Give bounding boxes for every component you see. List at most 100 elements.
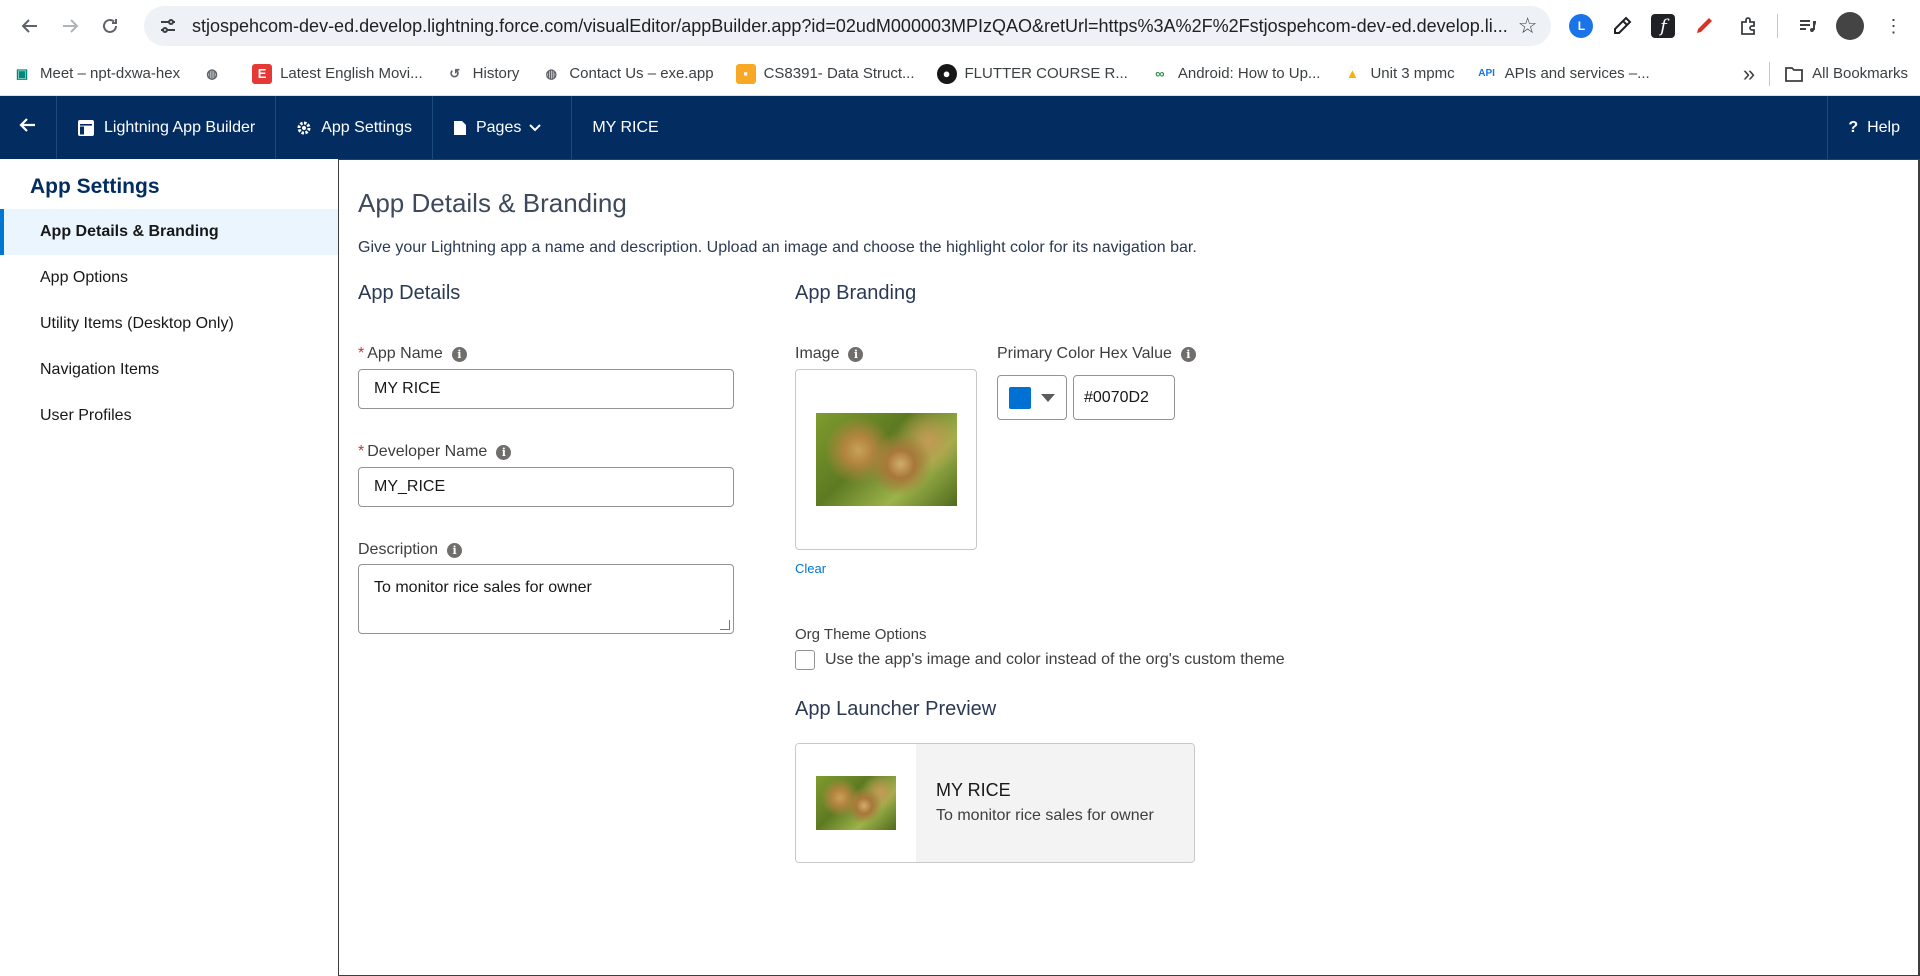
gear-icon	[296, 120, 312, 136]
app-title: MY RICE	[592, 118, 659, 136]
bookmark-apis[interactable]: API APIs and services –...	[1477, 64, 1650, 84]
lightning-app-builder-link[interactable]: Lightning App Builder	[57, 96, 277, 159]
eyedropper-icon[interactable]	[1607, 11, 1637, 41]
sidebar-item-navigation-items[interactable]: Navigation Items	[0, 347, 338, 393]
developer-name-label: * Developer Name i	[358, 443, 734, 461]
question-icon: ?	[1848, 118, 1859, 136]
app-details-title: App Details	[358, 282, 461, 304]
bookmark-history[interactable]: ↺ History	[445, 64, 520, 84]
site-settings-icon[interactable]	[158, 15, 180, 37]
description-label-text: Description	[358, 541, 439, 558]
app-branding-section: App Branding Image i Clear Primary Color…	[795, 282, 1395, 863]
toolbar-divider	[1777, 14, 1779, 38]
bookmarks-divider	[1769, 61, 1771, 86]
bookmark-label: APIs and services –...	[1504, 65, 1650, 82]
developer-name-input[interactable]: MY_RICE	[358, 467, 734, 507]
page-title: App Details & Branding	[358, 188, 627, 218]
all-bookmarks-label: All Bookmarks	[1812, 65, 1908, 82]
sidebar-item-app-options[interactable]: App Options	[0, 255, 338, 301]
app-settings-tab[interactable]: App Settings	[276, 96, 433, 159]
bookmark-movies[interactable]: E Latest English Movi...	[252, 63, 423, 84]
info-icon[interactable]: i	[447, 542, 463, 558]
extension-l-icon[interactable]: L	[1569, 14, 1594, 38]
bookmark-label: CS8391- Data Struct...	[763, 65, 915, 82]
bookmark-unit3[interactable]: ▲ Unit 3 mpmc	[1342, 64, 1455, 84]
bookmark-label: Unit 3 mpmc	[1370, 65, 1455, 82]
app-name-label-text: App Name	[367, 345, 443, 362]
bookmark-globe[interactable]: ◍	[202, 64, 230, 84]
org-theme-checkbox[interactable]	[795, 650, 815, 670]
info-icon[interactable]: i	[496, 444, 512, 460]
bookmark-contact[interactable]: ◍ Contact Us – exe.app	[541, 64, 714, 84]
url-text[interactable]: stjospehcom-dev-ed.develop.lightning.for…	[192, 16, 1508, 37]
formula-extension-icon[interactable]: f	[1651, 14, 1676, 38]
back-button[interactable]	[0, 96, 57, 159]
bookmark-label: History	[472, 65, 520, 82]
rice-image	[816, 776, 896, 830]
app-details-section: App Details * App Name i MY RICE * Devel…	[358, 282, 734, 634]
profile-avatar[interactable]	[1836, 12, 1865, 40]
caret-down-icon	[1041, 393, 1055, 402]
forward-arrow-icon[interactable]	[50, 6, 90, 46]
app-name-label: * App Name i	[358, 345, 734, 363]
clear-image-link[interactable]: Clear	[795, 561, 977, 576]
pen-extension-icon[interactable]	[1689, 11, 1719, 41]
help-label: Help	[1867, 118, 1900, 136]
extensions-row: L f ⋮	[1569, 11, 1908, 41]
puzzle-extension-icon[interactable]	[1733, 11, 1763, 41]
classroom-icon: ▪	[735, 63, 756, 84]
resize-handle-icon[interactable]	[720, 620, 730, 630]
org-theme-checkbox-label[interactable]: Use the app's image and color instead of…	[825, 651, 1285, 669]
sidebar-item-user-profiles[interactable]: User Profiles	[0, 393, 338, 439]
sidebar-item-app-details-branding[interactable]: App Details & Branding	[0, 209, 338, 255]
browser-menu-icon[interactable]: ⋮	[1878, 11, 1908, 41]
developer-name-label-text: Developer Name	[367, 443, 488, 460]
hex-color-input[interactable]: #0070D2	[1073, 375, 1175, 420]
globe-icon: ◍	[545, 65, 557, 81]
bookmark-cs8391[interactable]: ▪ CS8391- Data Struct...	[735, 63, 915, 84]
bookmark-label: Meet – npt-dxwa-hex	[40, 65, 181, 82]
sidebar-item-utility-items[interactable]: Utility Items (Desktop Only)	[0, 301, 338, 347]
builder-icon	[77, 119, 95, 137]
description-textarea[interactable]: To monitor rice sales for owner	[358, 564, 734, 634]
help-button[interactable]: ? Help	[1827, 96, 1920, 159]
app-launcher-preview-card: MY RICE To monitor rice sales for owner	[795, 743, 1195, 863]
app-settings-label: App Settings	[321, 118, 412, 136]
preview-app-description: To monitor rice sales for owner	[936, 807, 1154, 824]
sidebar-title: App Settings	[30, 175, 160, 198]
image-label-text: Image	[795, 345, 840, 362]
folder-icon	[1784, 64, 1804, 84]
page-icon	[453, 120, 467, 136]
bookmark-android[interactable]: ∞ Android: How to Up...	[1150, 64, 1320, 84]
details-panel: App Details & Branding Give your Lightni…	[338, 159, 1920, 976]
info-icon[interactable]: i	[451, 346, 467, 362]
app-name-input[interactable]: MY RICE	[358, 369, 734, 409]
preview-app-name: MY RICE	[936, 780, 1011, 800]
bookmark-meet[interactable]: ▣ Meet – npt-dxwa-hex	[12, 64, 180, 84]
bookmark-star-icon[interactable]: ☆	[1518, 13, 1538, 39]
color-swatch	[1009, 386, 1031, 409]
color-picker-button[interactable]	[997, 375, 1067, 420]
more-bookmarks-button[interactable]: »	[1743, 61, 1755, 87]
info-icon[interactable]: i	[848, 346, 864, 362]
pages-label: Pages	[475, 118, 522, 136]
back-arrow-icon[interactable]	[10, 6, 50, 46]
org-theme-label: Org Theme Options	[795, 626, 927, 643]
chevron-down-icon	[529, 123, 542, 132]
reload-icon[interactable]	[90, 6, 130, 46]
settings-sidebar: App Settings App Details & Branding App …	[0, 159, 338, 976]
page-description: Give your Lightning app a name and descr…	[358, 239, 1197, 256]
media-queue-icon[interactable]	[1792, 11, 1822, 41]
bookmarks-bar: ▣ Meet – npt-dxwa-hex ◍ E Latest English M…	[0, 52, 1920, 96]
pages-dropdown[interactable]: Pages	[433, 96, 573, 159]
gfg-icon: ∞	[1155, 66, 1165, 81]
all-bookmarks-button[interactable]: All Bookmarks	[1784, 64, 1908, 84]
info-icon[interactable]: i	[1180, 346, 1196, 362]
address-bar[interactable]: stjospehcom-dev-ed.develop.lightning.for…	[144, 6, 1552, 46]
bookmark-label: FLUTTER COURSE R...	[964, 65, 1128, 82]
bookmark-flutter[interactable]: ● FLUTTER COURSE R...	[936, 63, 1128, 84]
primary-color-label-text: Primary Color Hex Value	[997, 345, 1172, 362]
primary-color-label: Primary Color Hex Value i	[997, 345, 1196, 363]
description-value: To monitor rice sales for owner	[374, 579, 592, 596]
app-image-upload[interactable]	[795, 369, 977, 550]
